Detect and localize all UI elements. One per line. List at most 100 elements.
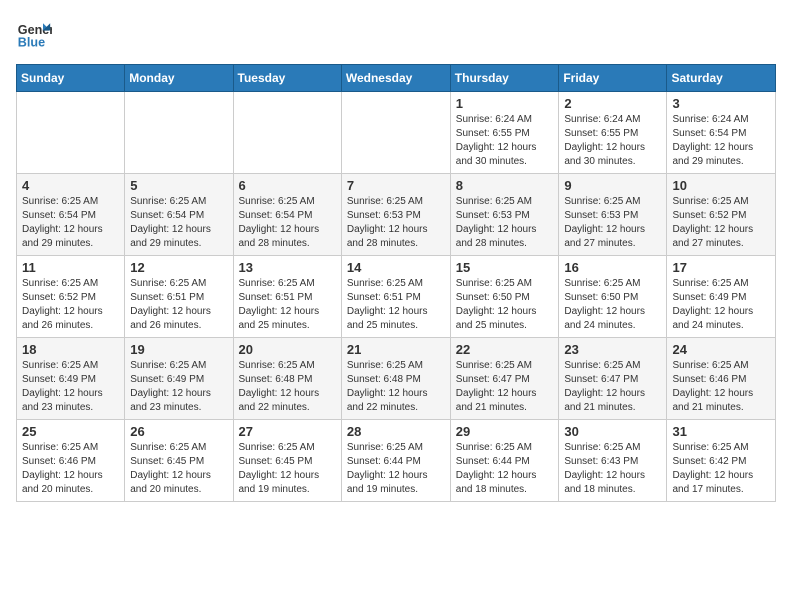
day-info: Sunrise: 6:25 AM Sunset: 6:49 PM Dayligh… [672,277,770,333]
day-info: Sunrise: 6:25 AM Sunset: 6:51 PM Dayligh… [130,277,227,333]
calendar-row: 25Sunrise: 6:25 AM Sunset: 6:46 PM Dayli… [17,420,776,502]
day-number: 3 [672,96,770,111]
calendar-row: 18 Sunrise: 6:25 AM Sunset: 6:49 PM Dayli… [17,338,776,420]
day-number: 1 [456,96,554,111]
day-number: 11 [22,260,119,275]
calendar-cell: 13 Sunrise: 6:25 AM Sunset: 6:51 PM Dayli… [233,256,341,338]
calendar-cell: 15 Sunrise: 6:25 AM Sunset: 6:50 PM Dayli… [450,256,559,338]
day-info: Sunrise: 6:24 AM Sunset: 6:55 PM Dayligh… [564,113,661,169]
day-info: Sunrise: 6:25 AM Sunset: 6:51 PM Dayligh… [239,277,336,333]
calendar-cell: 7Sunrise: 6:25 AM Sunset: 6:53 PM Daylig… [341,174,450,256]
svg-text:Blue: Blue [18,36,45,50]
calendar-header: SundayMondayTuesdayWednesdayThursdayFrid… [17,65,776,92]
calendar-cell: 19 Sunrise: 6:25 AM Sunset: 6:49 PM Dayli… [125,338,233,420]
day-info: Sunrise: 6:25 AM Sunset: 6:48 PM Dayligh… [239,359,336,415]
day-info: Sunrise: 6:25 AM Sunset: 6:45 PM Dayligh… [239,441,336,497]
day-number: 31 [672,424,770,439]
calendar-cell: 24 Sunrise: 6:25 AM Sunset: 6:46 PM Dayli… [667,338,776,420]
calendar-cell: 18 Sunrise: 6:25 AM Sunset: 6:49 PM Dayli… [17,338,125,420]
day-number: 6 [239,178,336,193]
calendar-cell [233,92,341,174]
calendar-cell: 17Sunrise: 6:25 AM Sunset: 6:49 PM Dayli… [667,256,776,338]
day-info: Sunrise: 6:25 AM Sunset: 6:51 PM Dayligh… [347,277,445,333]
day-number: 27 [239,424,336,439]
calendar-cell: 14 Sunrise: 6:25 AM Sunset: 6:51 PM Dayli… [341,256,450,338]
weekday-header: Friday [559,65,667,92]
day-number: 8 [456,178,554,193]
calendar-row: 1 Sunrise: 6:24 AM Sunset: 6:55 PM Daylig… [17,92,776,174]
calendar-cell: 6 Sunrise: 6:25 AM Sunset: 6:54 PM Daylig… [233,174,341,256]
day-info: Sunrise: 6:25 AM Sunset: 6:53 PM Dayligh… [564,195,661,251]
calendar-cell [341,92,450,174]
day-info: Sunrise: 6:25 AM Sunset: 6:48 PM Dayligh… [347,359,445,415]
day-number: 5 [130,178,227,193]
day-info: Sunrise: 6:25 AM Sunset: 6:49 PM Dayligh… [22,359,119,415]
day-number: 18 [22,342,119,357]
calendar-cell [17,92,125,174]
day-number: 24 [672,342,770,357]
calendar-cell: 12 Sunrise: 6:25 AM Sunset: 6:51 PM Dayli… [125,256,233,338]
calendar-table: SundayMondayTuesdayWednesdayThursdayFrid… [16,64,776,502]
day-number: 4 [22,178,119,193]
day-number: 20 [239,342,336,357]
calendar-cell: 27 Sunrise: 6:25 AM Sunset: 6:45 PM Dayli… [233,420,341,502]
day-info: Sunrise: 6:25 AM Sunset: 6:52 PM Dayligh… [672,195,770,251]
day-number: 13 [239,260,336,275]
day-number: 10 [672,178,770,193]
day-info: Sunrise: 6:25 AM Sunset: 6:44 PM Dayligh… [456,441,554,497]
day-info: Sunrise: 6:25 AM Sunset: 6:44 PM Dayligh… [347,441,445,497]
day-number: 22 [456,342,554,357]
day-info: Sunrise: 6:25 AM Sunset: 6:45 PM Dayligh… [130,441,227,497]
calendar-cell: 2 Sunrise: 6:24 AM Sunset: 6:55 PM Daylig… [559,92,667,174]
calendar-row: 11 Sunrise: 6:25 AM Sunset: 6:52 PM Dayli… [17,256,776,338]
calendar-cell: 8 Sunrise: 6:25 AM Sunset: 6:53 PM Daylig… [450,174,559,256]
logo: General Blue [16,16,56,52]
calendar-cell: 10 Sunrise: 6:25 AM Sunset: 6:52 PM Dayli… [667,174,776,256]
weekday-header: Sunday [17,65,125,92]
day-number: 12 [130,260,227,275]
day-info: Sunrise: 6:25 AM Sunset: 6:54 PM Dayligh… [239,195,336,251]
calendar-cell: 30 Sunrise: 6:25 AM Sunset: 6:43 PM Dayli… [559,420,667,502]
calendar-cell: 21 Sunrise: 6:25 AM Sunset: 6:48 PM Dayli… [341,338,450,420]
weekday-header: Tuesday [233,65,341,92]
day-info: Sunrise: 6:25 AM Sunset: 6:52 PM Dayligh… [22,277,119,333]
weekday-header: Monday [125,65,233,92]
calendar-cell: 5Sunrise: 6:25 AM Sunset: 6:54 PM Daylig… [125,174,233,256]
day-info: Sunrise: 6:24 AM Sunset: 6:54 PM Dayligh… [672,113,770,169]
day-info: Sunrise: 6:25 AM Sunset: 6:43 PM Dayligh… [564,441,661,497]
page-header: General Blue [16,16,776,52]
calendar-cell: 29 Sunrise: 6:25 AM Sunset: 6:44 PM Dayli… [450,420,559,502]
day-info: Sunrise: 6:25 AM Sunset: 6:49 PM Dayligh… [130,359,227,415]
day-info: Sunrise: 6:24 AM Sunset: 6:55 PM Dayligh… [456,113,554,169]
calendar-row: 4 Sunrise: 6:25 AM Sunset: 6:54 PM Daylig… [17,174,776,256]
calendar-cell: 9Sunrise: 6:25 AM Sunset: 6:53 PM Daylig… [559,174,667,256]
day-info: Sunrise: 6:25 AM Sunset: 6:47 PM Dayligh… [456,359,554,415]
weekday-header: Thursday [450,65,559,92]
day-number: 14 [347,260,445,275]
day-info: Sunrise: 6:25 AM Sunset: 6:46 PM Dayligh… [672,359,770,415]
day-number: 28 [347,424,445,439]
day-info: Sunrise: 6:25 AM Sunset: 6:53 PM Dayligh… [456,195,554,251]
day-number: 19 [130,342,227,357]
logo-icon: General Blue [16,16,52,52]
calendar-cell: 22 Sunrise: 6:25 AM Sunset: 6:47 PM Dayli… [450,338,559,420]
day-number: 2 [564,96,661,111]
calendar-cell: 1 Sunrise: 6:24 AM Sunset: 6:55 PM Daylig… [450,92,559,174]
day-info: Sunrise: 6:25 AM Sunset: 6:50 PM Dayligh… [564,277,661,333]
day-info: Sunrise: 6:25 AM Sunset: 6:50 PM Dayligh… [456,277,554,333]
day-info: Sunrise: 6:25 AM Sunset: 6:47 PM Dayligh… [564,359,661,415]
day-number: 21 [347,342,445,357]
weekday-header: Wednesday [341,65,450,92]
day-number: 30 [564,424,661,439]
calendar-cell: 26Sunrise: 6:25 AM Sunset: 6:45 PM Dayli… [125,420,233,502]
weekday-header: Saturday [667,65,776,92]
calendar-cell: 4 Sunrise: 6:25 AM Sunset: 6:54 PM Daylig… [17,174,125,256]
calendar-cell: 16Sunrise: 6:25 AM Sunset: 6:50 PM Dayli… [559,256,667,338]
calendar-cell: 3 Sunrise: 6:24 AM Sunset: 6:54 PM Daylig… [667,92,776,174]
calendar-cell: 28 Sunrise: 6:25 AM Sunset: 6:44 PM Dayli… [341,420,450,502]
day-number: 29 [456,424,554,439]
day-number: 25 [22,424,119,439]
day-info: Sunrise: 6:25 AM Sunset: 6:54 PM Dayligh… [22,195,119,251]
calendar-body: 1 Sunrise: 6:24 AM Sunset: 6:55 PM Daylig… [17,92,776,502]
day-number: 15 [456,260,554,275]
